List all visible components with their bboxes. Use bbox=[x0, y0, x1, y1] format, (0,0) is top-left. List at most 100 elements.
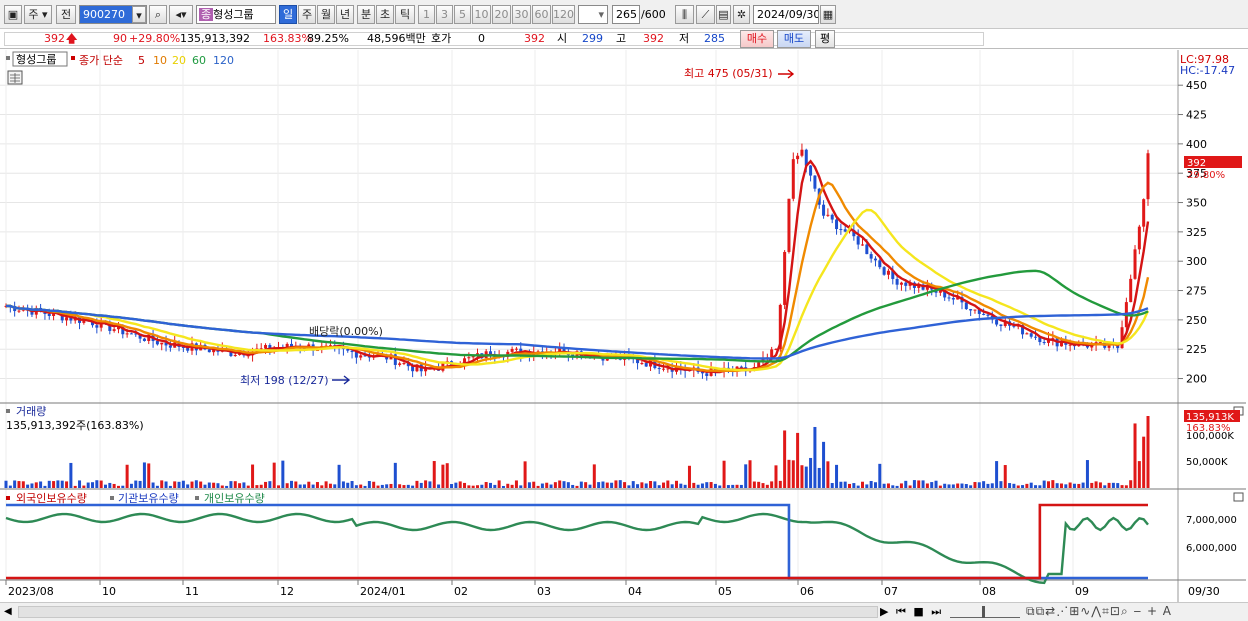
buy-button[interactable]: 매수 bbox=[740, 30, 774, 48]
volume-bar bbox=[588, 484, 592, 488]
minute-120[interactable]: 120 bbox=[552, 5, 575, 24]
candle-body bbox=[822, 204, 826, 216]
search-icon[interactable]: ⌕ bbox=[149, 5, 167, 24]
minute-10[interactable]: 10 bbox=[472, 5, 491, 24]
candle-body bbox=[951, 298, 955, 300]
code-dropdown-icon[interactable]: ▾ bbox=[132, 6, 146, 23]
volume-bar bbox=[285, 483, 289, 488]
volume-bar bbox=[302, 484, 306, 488]
volume-bar bbox=[69, 462, 73, 488]
scroll-left-icon[interactable]: ◀ bbox=[4, 606, 12, 617]
volume-bar bbox=[995, 461, 999, 488]
candle-body bbox=[813, 175, 817, 189]
line-type-icon[interactable]: ⟋ bbox=[696, 5, 715, 24]
scroll-track[interactable] bbox=[18, 606, 878, 618]
volume-bar bbox=[817, 467, 821, 488]
volume-bar bbox=[1098, 482, 1102, 488]
period-minute[interactable]: 분 bbox=[357, 5, 375, 24]
date-label: 06 bbox=[800, 585, 814, 598]
speaker-icon[interactable]: ◂▾ bbox=[169, 5, 193, 24]
volume-bar bbox=[480, 484, 484, 488]
mode-select[interactable]: 주 ▾ bbox=[24, 5, 52, 24]
minute-1[interactable]: 1 bbox=[418, 5, 435, 24]
volume-bar bbox=[579, 481, 583, 488]
candle-body bbox=[402, 363, 406, 365]
candle-body bbox=[830, 214, 834, 220]
drawing-tools-icons[interactable]: ⧉⧉⇄⋰⊞∿⋀⌗⊡⌕ ‒ + A bbox=[1026, 604, 1172, 619]
volume-bar bbox=[108, 482, 112, 488]
volume-bar bbox=[917, 480, 921, 488]
date-label: 07 bbox=[884, 585, 898, 598]
ownership-bullet-icon-3 bbox=[195, 496, 199, 500]
volume-bar bbox=[886, 483, 890, 488]
period-year[interactable]: 년 bbox=[336, 5, 354, 24]
volume-bar bbox=[324, 481, 328, 488]
volume-bar bbox=[147, 463, 151, 488]
stock-name-field[interactable]: 종 형성그룹 bbox=[196, 5, 276, 24]
minute-5[interactable]: 5 bbox=[454, 5, 471, 24]
candle-body bbox=[398, 363, 402, 365]
volume-bar bbox=[783, 430, 787, 488]
candle-body bbox=[662, 368, 666, 370]
date-input[interactable]: 2024/09/30 bbox=[753, 5, 819, 24]
period-week[interactable]: 주 bbox=[298, 5, 316, 24]
volume-bar bbox=[445, 463, 449, 488]
volume-bar bbox=[43, 485, 47, 488]
calendar-icon[interactable]: ▦ bbox=[820, 5, 836, 24]
candle-type-icon[interactable]: ⫼ bbox=[675, 5, 694, 24]
chart-scrollbar[interactable]: ◀ ▶ ⏮ ■ ⏭ ⧉⧉⇄⋰⊞∿⋀⌗⊡⌕ ‒ + A bbox=[0, 602, 1248, 621]
count-input[interactable]: 265 bbox=[612, 5, 640, 24]
trade-amount: 48,596백만 bbox=[367, 32, 426, 45]
price-tick-label: 200 bbox=[1186, 373, 1207, 386]
candle-body bbox=[1034, 336, 1038, 338]
period-tick[interactable]: 틱 bbox=[395, 5, 415, 24]
candle-body bbox=[1129, 278, 1133, 303]
window-menu-icon[interactable]: ▣ bbox=[4, 5, 22, 24]
settings-gear-icon[interactable]: ✲ bbox=[733, 5, 750, 24]
candle-body bbox=[882, 267, 886, 275]
legend-ma-bullet-icon bbox=[71, 56, 75, 60]
avg-button[interactable]: 평 bbox=[815, 30, 835, 48]
volume-bar bbox=[506, 483, 510, 488]
stock-chart[interactable]: 450425400375350325300275250225200 2023/0… bbox=[0, 50, 1248, 602]
dividend-annotation: 배당락(0.00%) bbox=[309, 325, 383, 338]
volume-bar bbox=[856, 485, 860, 488]
individual-ownership-label: 개인보유수량 bbox=[204, 492, 265, 505]
minute-3[interactable]: 3 bbox=[436, 5, 453, 24]
ownership-panel-close-icon[interactable] bbox=[1233, 492, 1244, 502]
candle-body bbox=[1029, 333, 1033, 337]
volume-bar bbox=[510, 484, 514, 488]
minute-20[interactable]: 20 bbox=[492, 5, 511, 24]
save-icon[interactable]: ▤ bbox=[716, 5, 731, 24]
volume-bar bbox=[614, 480, 618, 488]
sell-button[interactable]: 매도 bbox=[777, 30, 811, 48]
zoom-slider-handle[interactable] bbox=[982, 606, 985, 618]
volume-bar bbox=[246, 485, 250, 488]
period-day[interactable]: 일 bbox=[279, 5, 297, 24]
period-second[interactable]: 초 bbox=[376, 5, 394, 24]
candle-body bbox=[861, 244, 864, 246]
hoga-price: 392 bbox=[524, 32, 545, 45]
minute-60[interactable]: 60 bbox=[532, 5, 551, 24]
period-month[interactable]: 월 bbox=[317, 5, 335, 24]
legend-ma-label: 종가 단순 bbox=[79, 54, 123, 67]
volume-bar bbox=[268, 481, 272, 488]
volume-bar bbox=[82, 485, 86, 488]
volume-bar bbox=[1016, 485, 1020, 488]
candle-body bbox=[160, 342, 164, 345]
volume-bar bbox=[294, 481, 298, 488]
minute-30[interactable]: 30 bbox=[512, 5, 531, 24]
prev-button[interactable]: 전 bbox=[56, 5, 76, 24]
volume-bar bbox=[562, 481, 566, 488]
volume-bar bbox=[1137, 461, 1141, 488]
custom-period-input[interactable]: ▾ bbox=[578, 5, 608, 24]
open-value: 299 bbox=[582, 32, 603, 45]
volume-bar bbox=[826, 461, 830, 488]
candle-body bbox=[467, 357, 471, 359]
volume-bar bbox=[726, 485, 730, 488]
legend-ma5: 5 bbox=[138, 54, 145, 67]
volume-bar bbox=[441, 464, 445, 488]
volume-bar bbox=[311, 484, 315, 488]
zoom-slider[interactable] bbox=[950, 606, 1020, 618]
scroll-nav-icons[interactable]: ▶ ⏮ ■ ⏭ bbox=[880, 605, 943, 619]
